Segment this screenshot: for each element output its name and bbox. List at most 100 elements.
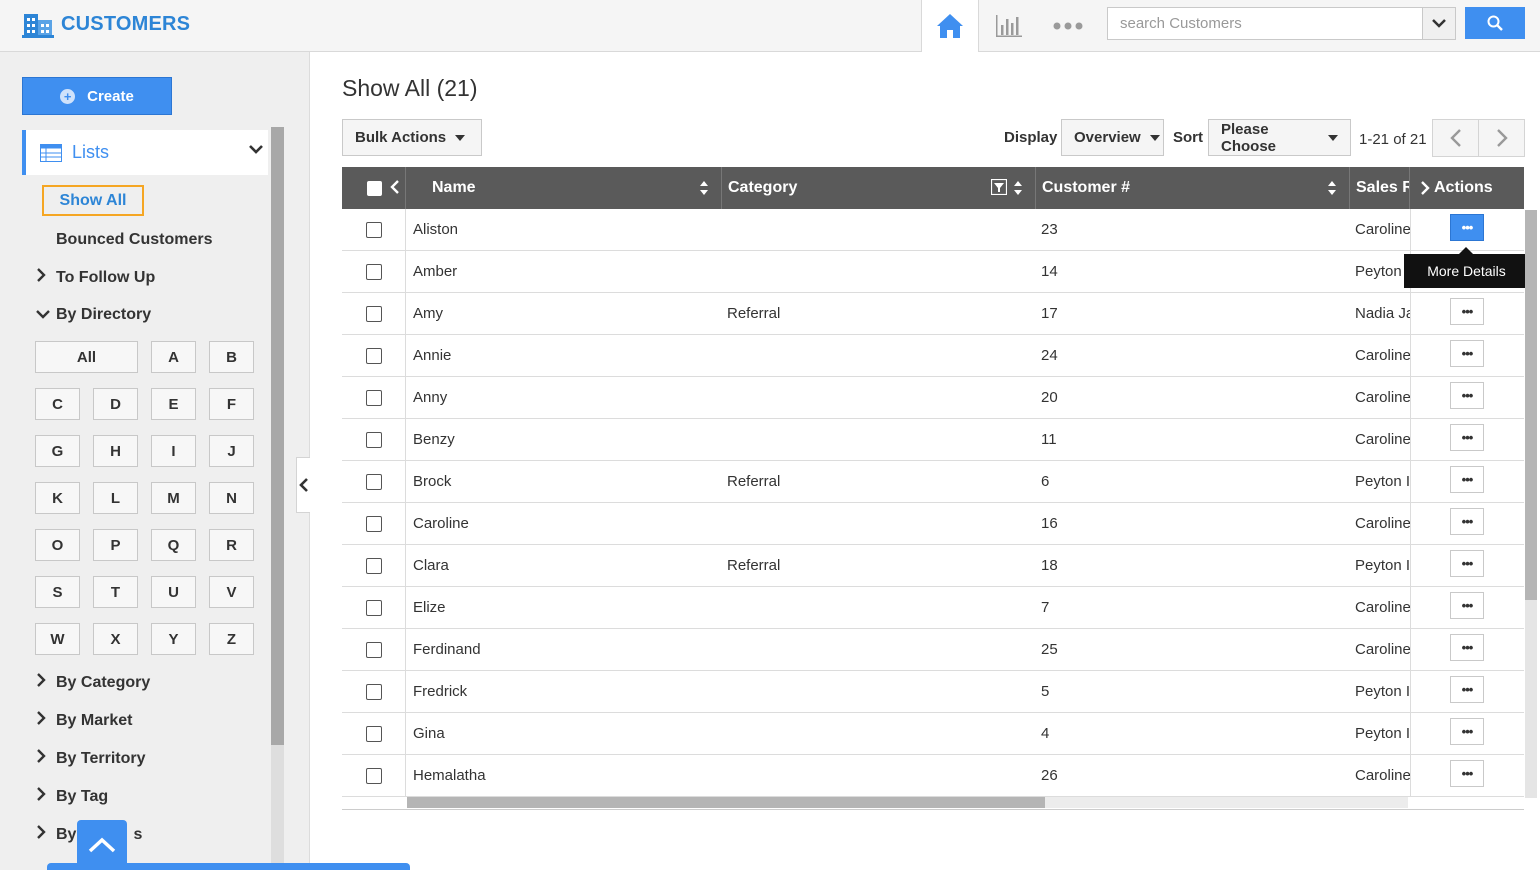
row-checkbox[interactable] [366, 600, 382, 616]
letter-d[interactable]: D [93, 388, 138, 420]
table-horizontal-scrollbar-thumb[interactable] [407, 797, 1045, 808]
bulk-actions-button[interactable]: Bulk Actions [342, 119, 482, 156]
table-row[interactable]: Amber 14 Peyton [342, 251, 1524, 293]
cell-name[interactable]: Amy [413, 293, 713, 334]
row-checkbox[interactable] [366, 474, 382, 490]
cell-name[interactable]: Benzy [413, 419, 713, 460]
letter-g[interactable]: G [35, 435, 80, 467]
more-actions-button[interactable]: ••• [1450, 214, 1484, 241]
search-button[interactable] [1465, 7, 1525, 39]
table-row[interactable]: Gina 4 Peyton I ••• [342, 713, 1524, 755]
row-checkbox[interactable] [366, 348, 382, 364]
reports-tab[interactable] [980, 0, 1038, 51]
sort-icon[interactable] [1013, 180, 1023, 196]
more-tab[interactable] [1039, 0, 1097, 51]
table-row[interactable]: Brock Referral 6 Peyton I ••• [342, 461, 1524, 503]
letter-c[interactable]: C [35, 388, 80, 420]
sort-icon[interactable] [699, 180, 709, 196]
letter-all[interactable]: All [35, 341, 138, 373]
filter-icon[interactable] [991, 179, 1007, 195]
letter-f[interactable]: F [209, 388, 254, 420]
row-checkbox[interactable] [366, 768, 382, 784]
letter-o[interactable]: O [35, 529, 80, 561]
more-actions-button[interactable]: ••• [1450, 466, 1484, 493]
node-by-tag[interactable]: By Tag [36, 787, 108, 806]
create-button[interactable]: + Create [22, 77, 172, 115]
letter-r[interactable]: R [209, 529, 254, 561]
sort-select[interactable]: Please Choose [1208, 119, 1351, 156]
cell-name[interactable]: Clara [413, 545, 713, 586]
letter-x[interactable]: X [93, 623, 138, 655]
col-sales-rep[interactable]: Sales R [1350, 167, 1410, 209]
letter-e[interactable]: E [151, 388, 196, 420]
letter-v[interactable]: V [209, 576, 254, 608]
more-actions-button[interactable]: ••• [1450, 340, 1484, 367]
more-actions-button[interactable]: ••• [1450, 634, 1484, 661]
table-row[interactable]: Annie 24 Caroline ••• [342, 335, 1524, 377]
letter-t[interactable]: T [93, 576, 138, 608]
row-checkbox[interactable] [366, 684, 382, 700]
letter-m[interactable]: M [151, 482, 196, 514]
list-bounced-customers[interactable]: Bounced Customers [56, 231, 212, 249]
home-tab[interactable] [921, 0, 979, 52]
node-by-territory[interactable]: By Territory [36, 749, 146, 768]
next-page-button[interactable] [1478, 119, 1525, 157]
table-vertical-scrollbar-thumb[interactable] [1525, 210, 1537, 600]
chevron-right-icon[interactable] [1420, 181, 1430, 195]
letter-p[interactable]: P [93, 529, 138, 561]
row-checkbox[interactable] [366, 306, 382, 322]
table-row[interactable]: Benzy 11 Caroline ••• [342, 419, 1524, 461]
search-scope-dropdown[interactable] [1422, 7, 1456, 40]
node-by-market[interactable]: By Market [36, 711, 132, 730]
table-row[interactable]: Ferdinand 25 Caroline ••• [342, 629, 1524, 671]
letter-s[interactable]: S [35, 576, 80, 608]
brand[interactable]: CUSTOMERS [22, 9, 190, 39]
table-row[interactable]: Aliston 23 Caroline ••• [342, 209, 1524, 251]
more-actions-button[interactable]: ••• [1450, 718, 1484, 745]
cell-name[interactable]: Gina [413, 713, 713, 754]
cell-name[interactable]: Aliston [413, 209, 713, 250]
row-checkbox[interactable] [366, 516, 382, 532]
letter-z[interactable]: Z [209, 623, 254, 655]
letter-q[interactable]: Q [151, 529, 196, 561]
cell-name[interactable]: Amber [413, 251, 713, 292]
col-name[interactable]: Name [406, 167, 722, 209]
letter-n[interactable]: N [209, 482, 254, 514]
more-actions-button[interactable]: ••• [1450, 592, 1484, 619]
col-customer-number[interactable]: Customer # [1036, 167, 1350, 209]
cell-name[interactable]: Anny [413, 377, 713, 418]
table-row[interactable]: Caroline 16 Caroline ••• [342, 503, 1524, 545]
prev-page-button[interactable] [1432, 119, 1479, 157]
more-actions-button[interactable]: ••• [1450, 550, 1484, 577]
letter-w[interactable]: W [35, 623, 80, 655]
row-checkbox[interactable] [366, 264, 382, 280]
cell-name[interactable]: Annie [413, 335, 713, 376]
search-input[interactable] [1107, 7, 1423, 40]
cell-name[interactable]: Hemalatha [413, 755, 713, 796]
table-row[interactable]: Hemalatha 26 Caroline ••• [342, 755, 1524, 797]
cell-name[interactable]: Caroline [413, 503, 713, 544]
col-category[interactable]: Category [722, 167, 1036, 209]
letter-k[interactable]: K [35, 482, 80, 514]
lists-header[interactable]: Lists [22, 130, 268, 175]
letter-l[interactable]: L [93, 482, 138, 514]
table-row[interactable]: Anny 20 Caroline ••• [342, 377, 1524, 419]
row-checkbox[interactable] [366, 642, 382, 658]
letter-j[interactable]: J [209, 435, 254, 467]
display-select[interactable]: Overview [1061, 119, 1164, 156]
node-by-category[interactable]: By Category [36, 673, 150, 692]
cell-name[interactable]: Fredrick [413, 671, 713, 712]
letter-h[interactable]: H [93, 435, 138, 467]
select-all-checkbox[interactable] [367, 181, 382, 196]
letter-a[interactable]: A [151, 341, 196, 373]
letter-y[interactable]: Y [151, 623, 196, 655]
row-checkbox[interactable] [366, 726, 382, 742]
node-by-directory[interactable]: By Directory [36, 306, 151, 324]
sidebar-scrollbar-thumb[interactable] [271, 127, 284, 745]
chevron-left-icon[interactable] [390, 180, 400, 194]
letter-b[interactable]: B [209, 341, 254, 373]
node-to-follow-up[interactable]: To Follow Up [36, 268, 155, 287]
sidebar-collapse-toggle[interactable] [296, 457, 310, 513]
cell-name[interactable]: Elize [413, 587, 713, 628]
table-row[interactable]: Elize 7 Caroline ••• [342, 587, 1524, 629]
